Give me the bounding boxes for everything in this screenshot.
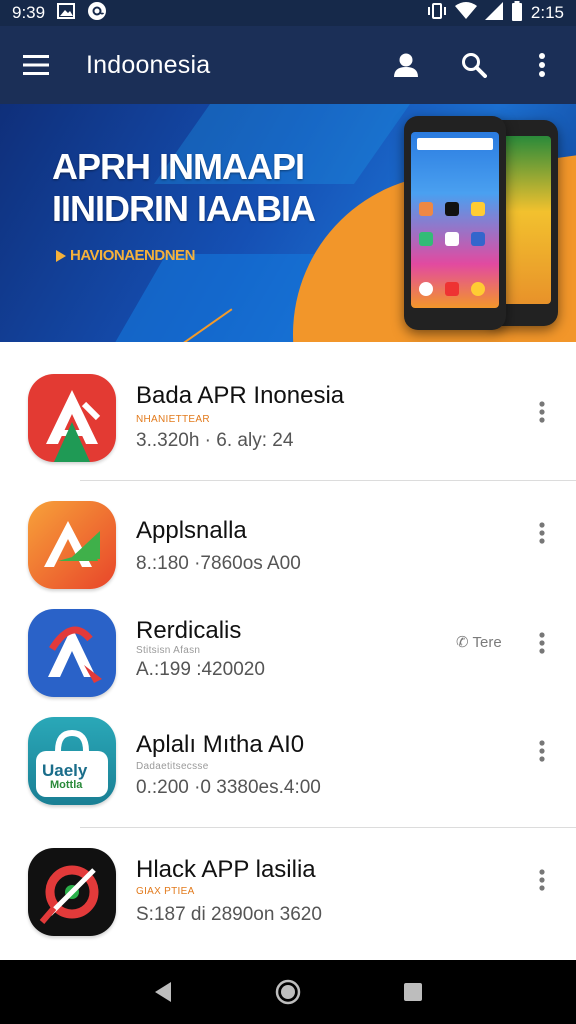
status-right: 2:15 <box>427 0 564 26</box>
list-item[interactable]: Rerdicalis Stitsisn Afasn A.:199 :420020… <box>0 593 576 701</box>
app-meta: 8.:180 ·7860os A00 <box>136 553 301 574</box>
app-meta: 3..320h · 6. aly: 24 <box>136 430 294 451</box>
status-left: 9:39 <box>12 1 107 26</box>
banner-headline-line2: IINIDRIN IAABIA <box>52 188 316 229</box>
icon-label-top: Uaely <box>42 761 88 780</box>
banner-headline-line1: APRH INMAAPI <box>52 146 305 187</box>
at-sign-icon <box>87 1 107 26</box>
item-more-button[interactable] <box>526 625 558 661</box>
phone-illustration-front <box>404 116 506 330</box>
app-bar: Indoonesia <box>0 26 576 104</box>
search-button[interactable] <box>440 26 508 104</box>
install-status: ✆ Tere <box>456 633 502 651</box>
promo-banner[interactable]: APRH INMAAPI IINIDRIN IAABIA HAVIONAENDN… <box>0 104 576 342</box>
app-bar-actions <box>372 26 576 104</box>
more-vert-icon <box>539 740 545 762</box>
wifi-icon <box>454 1 477 25</box>
more-vert-icon <box>539 869 545 891</box>
app-meta: S:187 di 2890on 3620 <box>136 904 322 925</box>
play-arrow-icon <box>56 249 66 262</box>
item-more-button[interactable] <box>526 733 558 769</box>
hamburger-menu-icon <box>23 55 49 75</box>
app-title: Hlack APP lasilia <box>136 856 316 883</box>
status-bar: 9:39 2:15 <box>0 0 576 26</box>
recents-icon <box>404 983 423 1001</box>
app-tag: GIAX PTIEA <box>136 886 195 897</box>
more-vert-icon <box>539 632 545 654</box>
blue-a-icon <box>28 609 116 697</box>
app-title: Rerdicalis <box>136 617 242 644</box>
more-options-button[interactable] <box>508 26 576 104</box>
app-title: Indoonesia <box>86 50 211 79</box>
home-icon <box>275 979 301 1005</box>
teal-bag-icon: Uaely Mottla <box>28 717 116 805</box>
app-title: Applsnalla <box>136 517 247 544</box>
home-button[interactable] <box>258 960 318 1024</box>
app-tag: NHANIETTEAR <box>136 414 210 425</box>
system-nav-bar <box>0 960 576 1024</box>
back-button[interactable] <box>133 960 193 1024</box>
app-tag: Dadaetitsecsse <box>136 761 209 772</box>
back-icon <box>154 982 171 1002</box>
account-button[interactable] <box>372 26 440 104</box>
account-icon <box>394 53 418 77</box>
item-more-button[interactable] <box>526 394 558 430</box>
screen: 9:39 2:15 Indoonesia APRH INMAAPI IINIDR… <box>0 0 576 1024</box>
banner-subtext-label: HAVIONAENDNEN <box>70 247 195 264</box>
app-list: Bada APR Inonesia NHANIETTEAR 3..320h · … <box>0 342 576 960</box>
list-item[interactable]: Hlack APP lasilia GIAX PTIEA S:187 di 28… <box>0 828 576 960</box>
app-meta: A.:199 :420020 <box>136 659 265 680</box>
vibrate-icon <box>427 2 447 25</box>
gallery-icon <box>57 2 76 24</box>
signal-icon <box>484 1 503 25</box>
menu-button[interactable] <box>0 26 72 104</box>
app-tag: Stitsisn Afasn <box>136 645 201 656</box>
item-more-button[interactable] <box>526 515 558 551</box>
search-icon <box>462 53 487 78</box>
red-a-icon <box>28 374 116 462</box>
app-title: Bada APR Inonesia <box>136 382 345 409</box>
icon-label-bottom: Mottla <box>50 779 83 791</box>
battery-icon <box>511 0 523 26</box>
app-title: Aplalı Mıtha AI0 <box>136 731 305 758</box>
list-item[interactable]: Applsnalla 8.:180 ·7860os A00 <box>0 481 576 593</box>
status-time-right: 2:15 <box>530 3 564 22</box>
app-meta: 0.:200 ·0 3380es.4:00 <box>136 777 321 798</box>
status-time-left: 9:39 <box>12 3 46 22</box>
more-vert-icon <box>539 401 545 423</box>
phone-icon: ✆ <box>456 634 469 651</box>
item-more-button[interactable] <box>526 862 558 898</box>
install-status-label: Tere <box>472 634 502 651</box>
list-item[interactable]: Bada APR Inonesia NHANIETTEAR 3..320h · … <box>0 342 576 480</box>
orange-a-icon <box>28 501 116 589</box>
banner-headline: APRH INMAAPI IINIDRIN IAABIA <box>52 146 316 230</box>
list-item[interactable]: Uaely Mottla Aplalı Mıtha AI0 Dadaetitse… <box>0 701 576 827</box>
banner-subtext: HAVIONAENDNEN <box>56 247 195 264</box>
more-vert-icon <box>539 53 545 77</box>
black-red-icon <box>28 848 116 936</box>
more-vert-icon <box>539 522 545 544</box>
recents-button[interactable] <box>383 960 443 1024</box>
